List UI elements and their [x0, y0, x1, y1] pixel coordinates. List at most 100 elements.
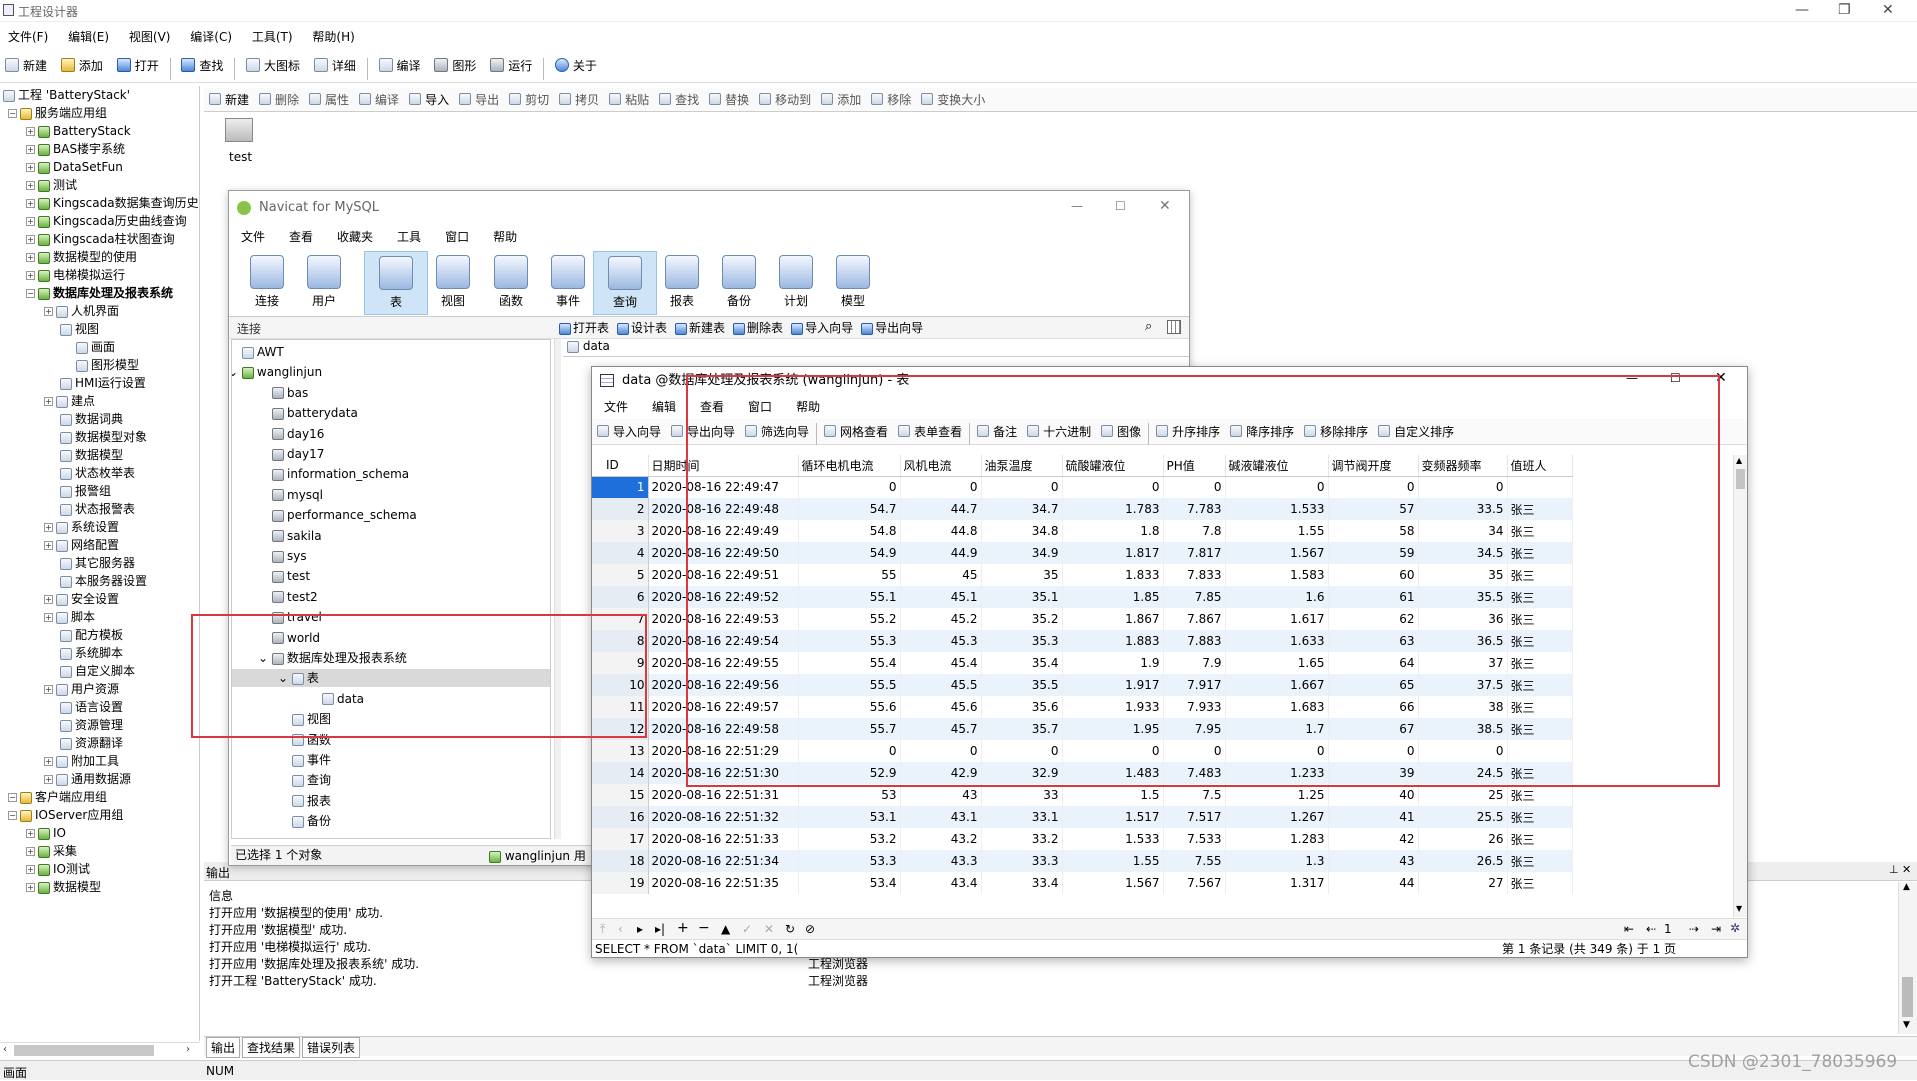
nav-menu-file[interactable]: 文件	[229, 225, 277, 248]
table-cell[interactable]: 1.833	[1062, 564, 1164, 586]
large-icons-button[interactable]: 大图标	[241, 51, 305, 79]
tree-item[interactable]: − 客户端应用组	[8, 788, 107, 806]
table-cell[interactable]: 37.5	[1418, 674, 1508, 696]
table-cell[interactable]: 3	[592, 520, 649, 542]
table-cell[interactable]: 45.1	[900, 586, 982, 608]
column-header[interactable]: PH值	[1163, 455, 1226, 477]
table-cell[interactable]: 9	[592, 652, 649, 674]
tree-item[interactable]: 其它服务器	[60, 554, 135, 572]
tab-output[interactable]: 输出	[206, 1037, 241, 1058]
table-cell[interactable]: 40	[1328, 784, 1419, 806]
table-cell[interactable]: 33.5	[1418, 498, 1508, 520]
table-cell[interactable]: 0	[900, 740, 982, 762]
close-button[interactable]: ✕	[1882, 2, 1894, 18]
table-cell[interactable]: 44.7	[900, 498, 982, 520]
column-header[interactable]: 变频器频率	[1418, 455, 1508, 477]
settings-icon[interactable]: ✲	[1730, 921, 1740, 935]
tree-item[interactable]: HMI运行设置	[60, 374, 146, 392]
scroll-thumb[interactable]	[1736, 469, 1745, 489]
table-cell[interactable]: 53.1	[798, 806, 901, 828]
scroll-right-icon[interactable]: ›	[186, 1044, 190, 1055]
dw-menu-help[interactable]: 帮助	[784, 395, 832, 418]
tb2-button[interactable]: 编译	[354, 88, 404, 110]
tab-error-list[interactable]: 错误列表	[302, 1037, 361, 1058]
table-cell[interactable]: 7.95	[1163, 718, 1226, 740]
table-cell[interactable]: 2020-08-16 22:49:55	[648, 652, 799, 674]
navicat-tree-item[interactable]: 报表	[292, 792, 331, 810]
tree-item[interactable]: + 人机界面	[44, 302, 119, 320]
navicat-tree-item[interactable]: batterydata	[272, 404, 358, 422]
table-cell[interactable]: 54.8	[798, 520, 901, 542]
tree-item[interactable]: + 附加工具	[44, 752, 119, 770]
tb2-button[interactable]: 拷贝	[554, 88, 604, 110]
tree-item[interactable]: + Kingscada历史曲线查询	[26, 212, 187, 230]
compile-button[interactable]: 编译	[374, 51, 426, 79]
object-tool-button[interactable]: 导出向导	[861, 321, 923, 335]
table-cell[interactable]: 52.9	[798, 762, 901, 784]
table-cell[interactable]: 7.933	[1163, 696, 1226, 718]
tb2-button[interactable]: 变换大小	[916, 88, 990, 110]
table-row[interactable]: 7 2020-08-16 22:49:53 55.2 45.2 35.2 1.867 7.8…	[592, 608, 1573, 630]
table-cell[interactable]: 45	[900, 564, 982, 586]
dw-tool-button[interactable]: 十六进制	[1022, 419, 1096, 443]
table-cell[interactable]: 25.5	[1418, 806, 1508, 828]
table-cell[interactable]: 35.2	[981, 608, 1063, 630]
dw-tool-button[interactable]: 移除排序	[1299, 419, 1373, 443]
expand-icon[interactable]: −	[8, 109, 17, 118]
table-cell[interactable]: 26.5	[1418, 850, 1508, 872]
tree-item[interactable]: + 网络配置	[44, 536, 119, 554]
table-cell[interactable]: 45.6	[900, 696, 982, 718]
expand-icon[interactable]: −	[26, 289, 35, 298]
table-cell[interactable]	[1507, 740, 1573, 762]
table-cell[interactable]: 2020-08-16 22:49:58	[648, 718, 799, 740]
table-cell[interactable]: 36	[1418, 608, 1508, 630]
navicat-tree-item[interactable]: world	[272, 629, 320, 647]
navicat-minimize-icon[interactable]: —	[1071, 199, 1083, 213]
table-cell[interactable]: 张三	[1507, 586, 1573, 608]
table-cell[interactable]: 34.9	[981, 542, 1063, 564]
table-cell[interactable]: 45.5	[900, 674, 982, 696]
ribbon-button[interactable]: 模型	[821, 251, 885, 315]
table-cell[interactable]: 10	[592, 674, 649, 696]
table-row[interactable]: 8 2020-08-16 22:49:54 55.3 45.3 35.3 1.883 7.8…	[592, 630, 1573, 652]
expand-icon[interactable]: +	[44, 613, 53, 622]
table-cell[interactable]: 7.55	[1163, 850, 1226, 872]
table-cell[interactable]: 1.3	[1225, 850, 1329, 872]
table-cell[interactable]: 张三	[1507, 652, 1573, 674]
stop-icon[interactable]: ⊘	[805, 922, 815, 936]
save-icon[interactable]: ✓	[742, 922, 752, 936]
table-cell[interactable]: 1.55	[1062, 850, 1164, 872]
table-cell[interactable]: 34.7	[981, 498, 1063, 520]
table-cell[interactable]: 35.5	[981, 674, 1063, 696]
ribbon-button[interactable]: 函数	[479, 251, 543, 315]
table-cell[interactable]: 1.617	[1225, 608, 1329, 630]
scroll-up-icon[interactable]: ▲	[1903, 882, 1910, 892]
table-cell[interactable]: 35.4	[981, 652, 1063, 674]
dw-minimize-icon[interactable]: —	[1626, 371, 1638, 385]
ribbon-button[interactable]: 查询	[593, 251, 657, 315]
table-row[interactable]: 1 2020-08-16 22:49:47 0 0 0 0 0 0 0 0	[592, 476, 1573, 498]
table-cell[interactable]: 53.3	[798, 850, 901, 872]
table-cell[interactable]: 12	[592, 718, 649, 740]
close-icon[interactable]: ✕	[1902, 863, 1911, 876]
table-cell[interactable]: 2020-08-16 22:51:31	[648, 784, 799, 806]
table-cell[interactable]: 1.517	[1062, 806, 1164, 828]
table-cell[interactable]: 0	[1418, 476, 1508, 498]
tree-item[interactable]: + Kingscada柱状图查询	[26, 230, 175, 248]
table-cell[interactable]: 43	[900, 784, 982, 806]
table-cell[interactable]: 41	[1328, 806, 1419, 828]
dw-menu-file[interactable]: 文件	[592, 395, 640, 418]
table-cell[interactable]: 1.567	[1062, 872, 1164, 894]
table-cell[interactable]: 55.1	[798, 586, 901, 608]
column-header[interactable]: 调节阀开度	[1328, 455, 1419, 477]
table-cell[interactable]: 2020-08-16 22:51:29	[648, 740, 799, 762]
menu-help[interactable]: 帮助(H)	[304, 25, 362, 48]
table-cell[interactable]: 35.1	[981, 586, 1063, 608]
table-cell[interactable]: 13	[592, 740, 649, 762]
table-cell[interactable]: 2020-08-16 22:51:30	[648, 762, 799, 784]
tree-item[interactable]: 数据模型对象	[60, 428, 147, 446]
tb2-button[interactable]: 移动到	[754, 88, 816, 110]
object-tool-button[interactable]: 打开表	[559, 321, 609, 335]
menu-tools[interactable]: 工具(T)	[244, 25, 301, 48]
scroll-thumb[interactable]	[14, 1045, 154, 1056]
